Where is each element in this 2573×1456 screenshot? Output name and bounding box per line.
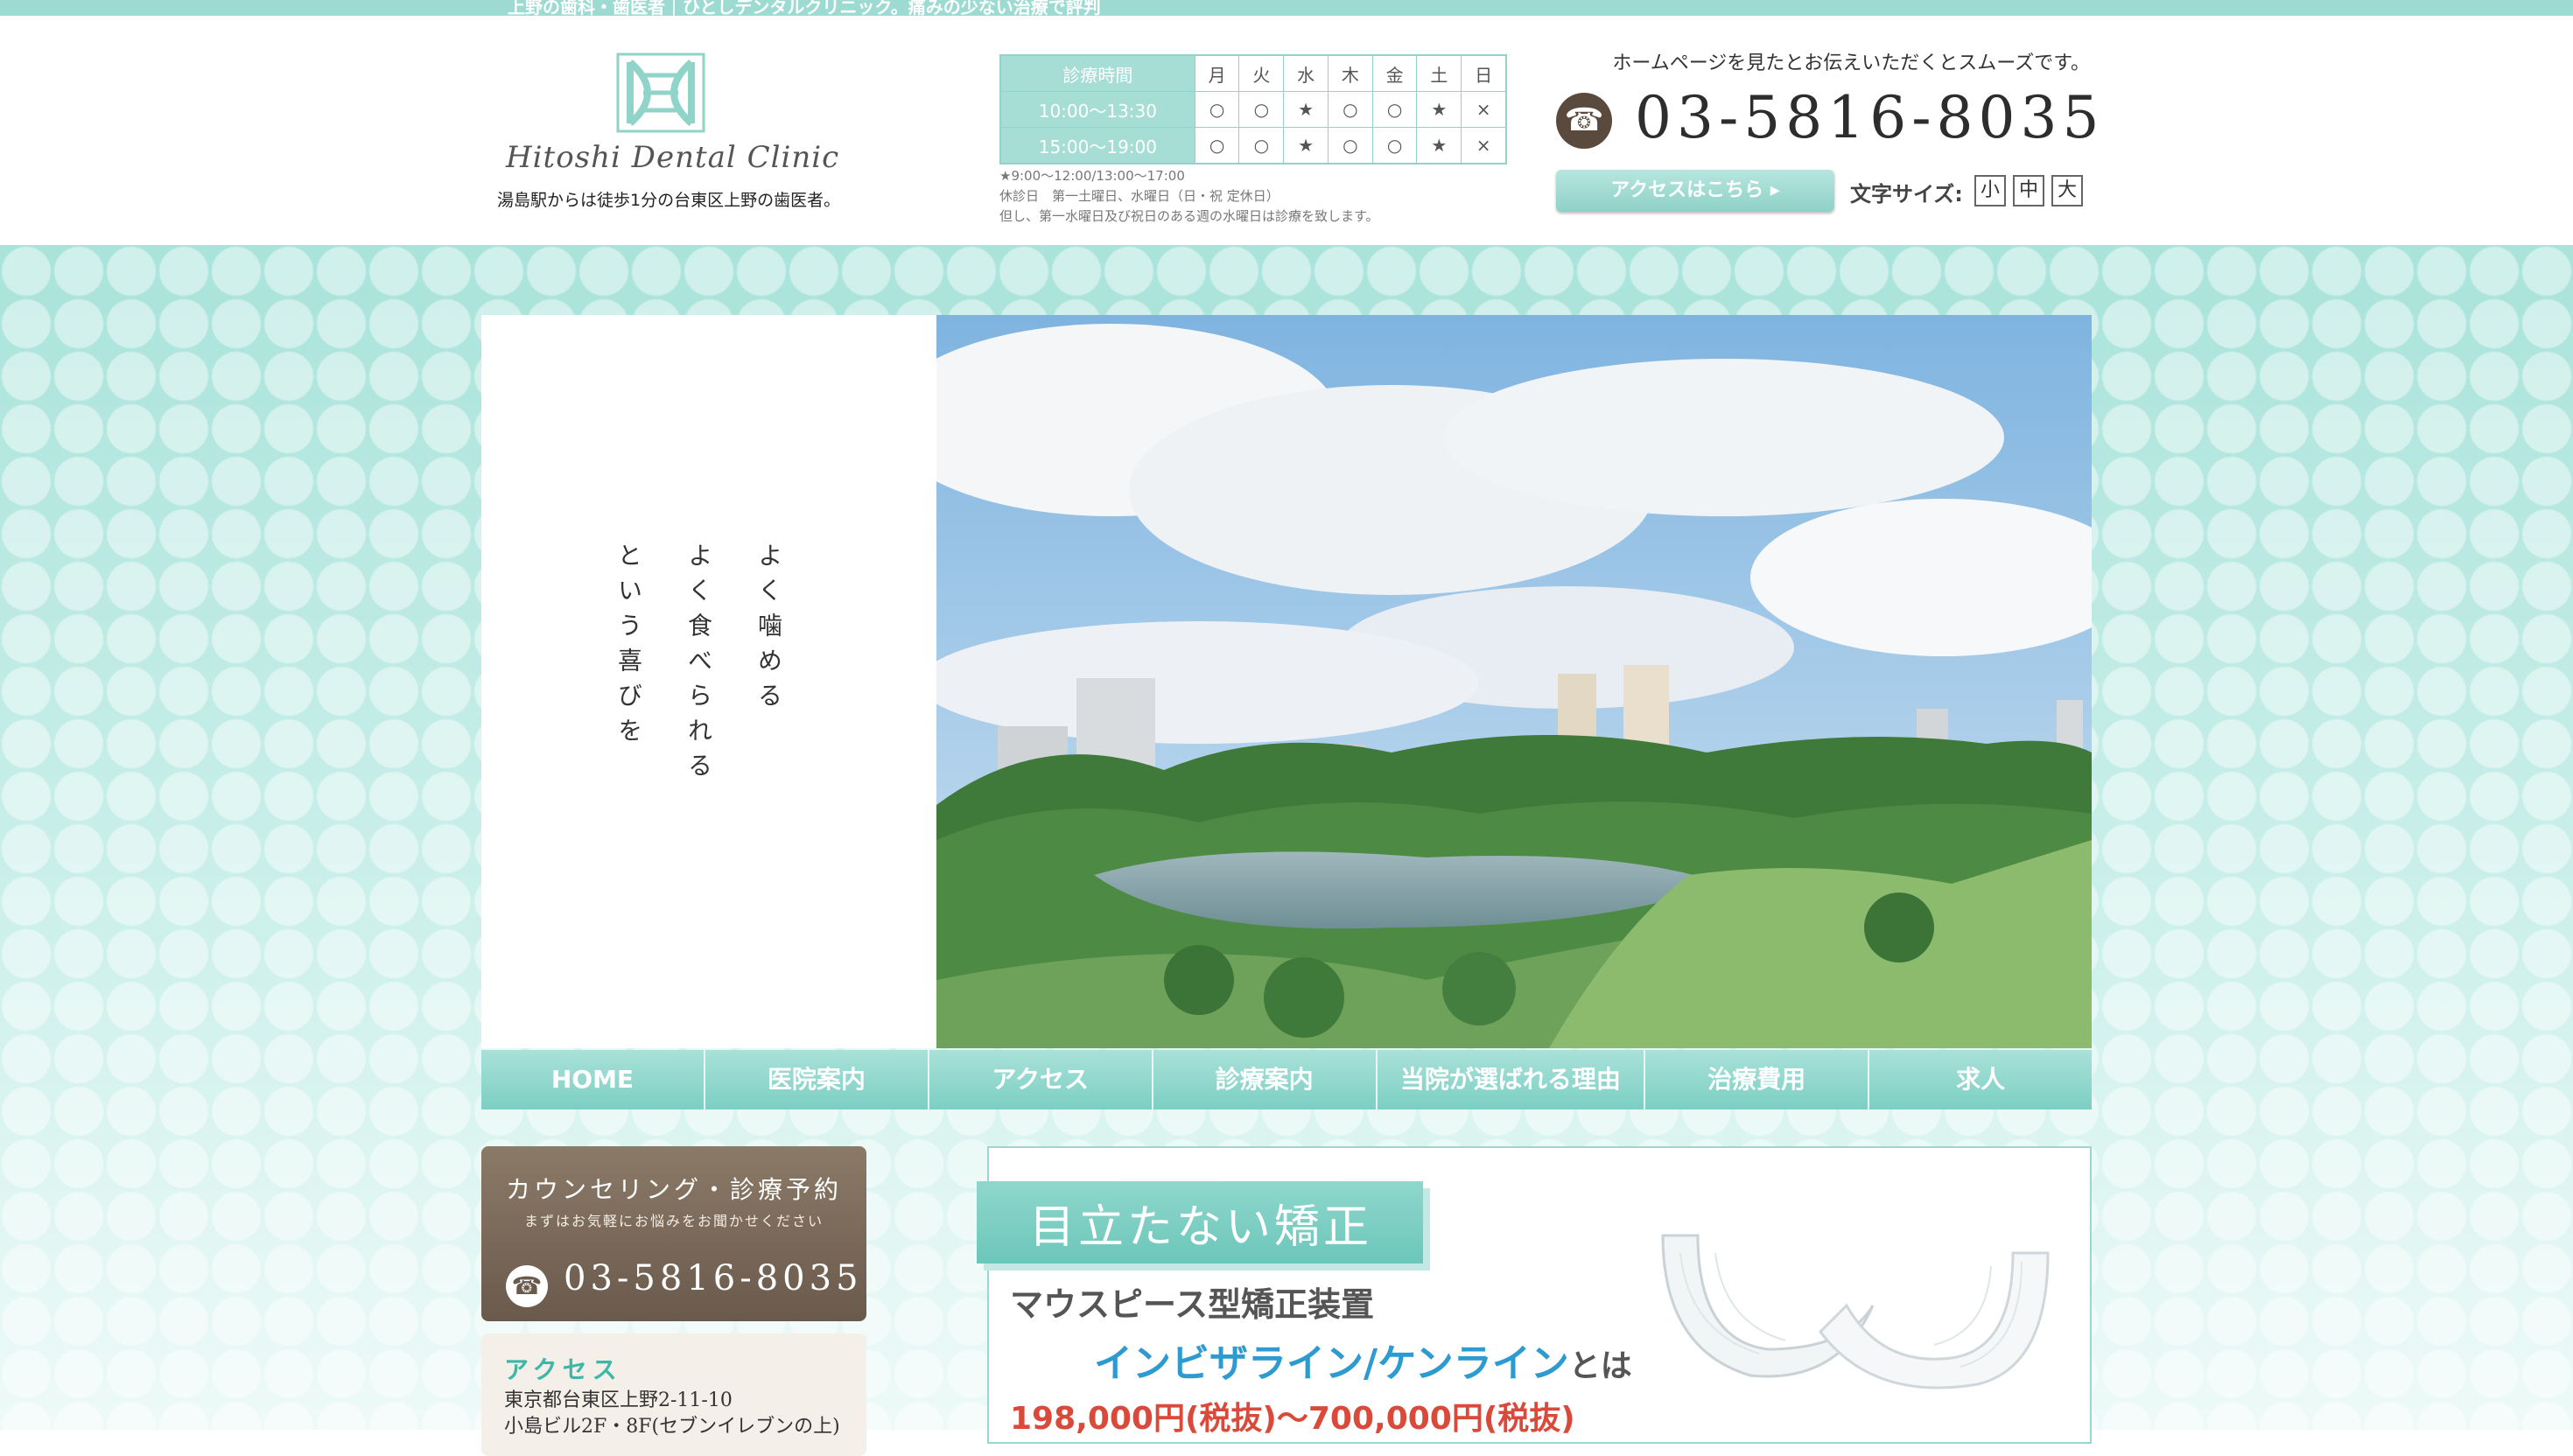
office-hours: 診療時間 月 火 水 木 金 土 日 10:00〜13:30 ○ ○ ★ ○ ○…	[999, 54, 1507, 225]
feature-ribbon-text: 目立たない矯正	[1029, 1201, 1373, 1254]
font-size-large-button[interactable]: 大	[2051, 175, 2083, 206]
hours-mark: ×	[1461, 91, 1507, 128]
hero-line: という喜びを	[614, 542, 643, 752]
hero-copy-panel: よく噛める よく食べられる という喜びを	[481, 315, 936, 1048]
hours-mark: ○	[1238, 127, 1285, 164]
day-header: 土	[1416, 54, 1462, 92]
hours-mark: ★	[1416, 127, 1462, 164]
nav-item-home[interactable]: HOME	[481, 1050, 705, 1110]
access-address: 東京都台東区上野2-11-10 小島ビル2F・8F(セブンイレブンの上)	[504, 1388, 840, 1440]
header-phone-number[interactable]: 03-5816-8035	[1635, 84, 2105, 151]
clear-aligner-image	[1661, 1234, 2050, 1390]
day-header: 月	[1194, 54, 1240, 92]
hours-mark: ○	[1327, 91, 1373, 128]
header-phone[interactable]: ☎ 03-5816-8035	[1556, 84, 2100, 158]
top-banner: 上野の歯科・歯医者｜ひとしデンタルクリニック。痛みの少ない治療で評判	[0, 0, 2573, 18]
hours-note: 但し、第一水曜日及び祝日のある週の水曜日は診療を致します。	[999, 208, 1379, 224]
access-card[interactable]: アクセス 東京都台東区上野2-11-10 小島ビル2F・8F(セブンイレブンの上…	[481, 1334, 866, 1456]
hours-note: ★9:00〜12:00/13:00〜17:00	[999, 168, 1185, 184]
price-range: 198,000円(税抜)〜700,000円(税抜)	[1010, 1401, 1575, 1437]
hours-mark: ○	[1238, 91, 1285, 128]
header-contact: ホームページを見たとお伝えいただくとスムーズです。 ☎ 03-5816-8035…	[1556, 47, 2100, 212]
contact-lead-text: ホームページを見たとお伝えいただくとスムーズです。	[1612, 52, 2090, 74]
hours-table: 診療時間 月 火 水 木 金 土 日 10:00〜13:30 ○ ○ ★ ○ ○…	[999, 54, 1507, 164]
nav-item-access[interactable]: アクセス	[929, 1050, 1153, 1110]
feature-ribbon: 目立たない矯正	[977, 1181, 1423, 1264]
phone-icon: ☎	[506, 1265, 548, 1307]
hours-note: 休診日 第一土曜日、水曜日（日・祝 定休日）	[999, 188, 1279, 204]
day-header: 木	[1327, 54, 1373, 92]
hours-mark: ×	[1461, 127, 1507, 164]
access-button[interactable]: アクセスはこちら ▸	[1556, 170, 1834, 212]
logo-mark-icon	[616, 52, 705, 133]
hours-mark: ○	[1194, 127, 1240, 164]
hero-line: よく噛める	[754, 542, 783, 718]
phone-icon: ☎	[1556, 93, 1612, 149]
clinic-tagline: 湯島駅からは徒歩1分の台東区上野の歯医者。	[497, 191, 841, 210]
device-heading: マウスピース型矯正装置	[1010, 1285, 1375, 1324]
orthodontics-feature[interactable]: 目立たない矯正 マウスピース型矯正装置 インビザライン/ケンラインとは 198,…	[977, 1146, 2092, 1444]
font-size-label: 文字サイズ:	[1850, 182, 1963, 206]
reservation-title: カウンセリング・診療予約	[505, 1175, 842, 1204]
clinic-name: Hitoshi Dental Clinic	[506, 140, 840, 175]
day-header: 水	[1283, 54, 1329, 92]
hours-mark: ○	[1371, 127, 1418, 164]
hours-mark: ★	[1283, 127, 1329, 164]
access-address-line: 小島ビル2F・8F(セブンイレブンの上)	[504, 1416, 840, 1438]
hours-row-time: 15:00〜19:00	[999, 127, 1195, 164]
hours-mark: ★	[1283, 91, 1329, 128]
hours-header-label: 診療時間	[999, 54, 1195, 92]
hours-row-time: 10:00〜13:30	[999, 91, 1195, 128]
brand-name: インビザライン/ケンライン	[1094, 1341, 1569, 1386]
day-header: 金	[1371, 54, 1418, 92]
reservation-banner[interactable]: カウンセリング・診療予約 まずはお気軽にお悩みをお聞かせください ☎ 03-58…	[481, 1146, 866, 1321]
main-nav: HOME 医院案内 アクセス 診療案内 当院が選ばれる理由 治療費用 求人	[481, 1050, 2093, 1110]
access-title: アクセス	[504, 1355, 622, 1384]
nav-item-fees[interactable]: 治療費用	[1645, 1050, 1870, 1110]
day-header: 火	[1238, 54, 1285, 92]
reservation-subtitle: まずはお気軽にお悩みをお聞かせください	[523, 1213, 824, 1229]
nav-item-clinic-info[interactable]: 医院案内	[705, 1050, 929, 1110]
font-size-small-button[interactable]: 小	[1974, 175, 2006, 206]
hero-photo	[936, 315, 2092, 1048]
access-address-line: 東京都台東区上野2-11-10	[504, 1390, 733, 1411]
hours-mark: ★	[1416, 91, 1462, 128]
hours-mark: ○	[1371, 91, 1418, 128]
brand-suffix: とは	[1568, 1348, 1632, 1384]
reservation-phone-number[interactable]: 03-5816-8035	[564, 1258, 863, 1298]
site-header: Hitoshi Dental Clinic 湯島駅からは徒歩1分の台東区上野の歯…	[0, 16, 2573, 245]
hero-line: よく食べられる	[684, 542, 713, 788]
brand-heading: インビザライン/ケンラインとは	[1094, 1332, 1632, 1388]
font-size-medium-button[interactable]: 中	[2013, 175, 2044, 206]
nav-item-recruit[interactable]: 求人	[1869, 1050, 2093, 1110]
hours-mark: ○	[1327, 127, 1373, 164]
nav-item-treatment[interactable]: 診療案内	[1153, 1050, 1378, 1110]
day-header: 日	[1461, 54, 1507, 92]
hours-mark: ○	[1194, 91, 1240, 128]
nav-item-reasons[interactable]: 当院が選ばれる理由	[1377, 1050, 1646, 1110]
park-landscape-image	[936, 315, 2092, 1048]
